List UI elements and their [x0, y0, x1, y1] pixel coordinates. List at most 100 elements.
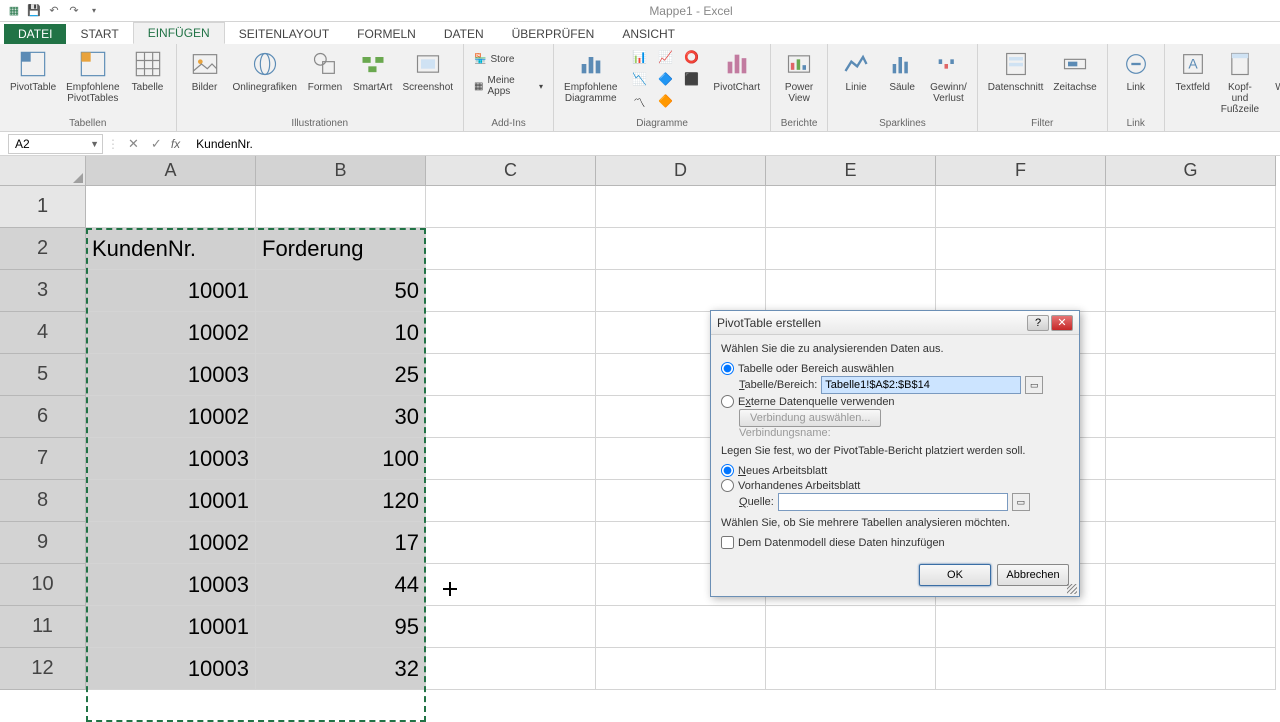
- row-header[interactable]: 6: [0, 396, 86, 438]
- cell[interactable]: [426, 564, 596, 606]
- formula-input[interactable]: KundenNr.: [186, 137, 1280, 151]
- cell[interactable]: 120: [256, 480, 426, 522]
- online-pictures-button[interactable]: Onlinegrafiken: [229, 46, 301, 118]
- cell[interactable]: [936, 648, 1106, 690]
- cell[interactable]: [426, 438, 596, 480]
- cell[interactable]: [86, 186, 256, 228]
- tab-ueberpruefen[interactable]: ÜBERPRÜFEN: [498, 24, 609, 44]
- cell[interactable]: [1106, 438, 1276, 480]
- store-button[interactable]: 🏪Store: [470, 52, 518, 67]
- row-header[interactable]: 12: [0, 648, 86, 690]
- cell[interactable]: 32: [256, 648, 426, 690]
- column-header[interactable]: D: [596, 156, 766, 186]
- save-icon[interactable]: 💾: [26, 3, 42, 19]
- cell[interactable]: [766, 606, 936, 648]
- ok-button[interactable]: OK: [919, 564, 991, 586]
- cell[interactable]: [766, 186, 936, 228]
- option-new-sheet[interactable]: Neues Arbeitsblatt: [721, 463, 1069, 478]
- cell[interactable]: [426, 648, 596, 690]
- enter-formula-icon[interactable]: ✓: [148, 136, 165, 152]
- cell[interactable]: [596, 606, 766, 648]
- cell[interactable]: [936, 606, 1106, 648]
- cell[interactable]: [426, 228, 596, 270]
- cell[interactable]: [426, 480, 596, 522]
- cell[interactable]: 25: [256, 354, 426, 396]
- tab-file[interactable]: DATEI: [4, 24, 66, 44]
- undo-icon[interactable]: ↶: [46, 3, 62, 19]
- row-header[interactable]: 1: [0, 186, 86, 228]
- cell[interactable]: [426, 354, 596, 396]
- column-header[interactable]: E: [766, 156, 936, 186]
- cell[interactable]: 17: [256, 522, 426, 564]
- pivotchart-button[interactable]: PivotChart: [709, 46, 764, 118]
- cell[interactable]: Forderung: [256, 228, 426, 270]
- cell[interactable]: [426, 396, 596, 438]
- row-header[interactable]: 9: [0, 522, 86, 564]
- cell[interactable]: 10003: [86, 648, 256, 690]
- cell[interactable]: 10001: [86, 270, 256, 312]
- slicer-button[interactable]: Datenschnitt: [984, 46, 1048, 118]
- wordart-button[interactable]: AWord: [1265, 46, 1280, 129]
- fx-icon[interactable]: fx: [171, 137, 180, 151]
- tab-seitenlayout[interactable]: SEITENLAYOUT: [225, 24, 343, 44]
- row-header[interactable]: 8: [0, 480, 86, 522]
- cell[interactable]: [1106, 270, 1276, 312]
- header-footer-button[interactable]: Kopf- und Fußzeile: [1217, 46, 1263, 129]
- cell[interactable]: [1106, 186, 1276, 228]
- row-header[interactable]: 11: [0, 606, 86, 648]
- cell[interactable]: 30: [256, 396, 426, 438]
- chart-type-icon[interactable]: 📉: [627, 72, 651, 92]
- chart-type-icon[interactable]: 〽: [627, 94, 651, 114]
- tab-start[interactable]: START: [66, 24, 132, 44]
- row-header[interactable]: 10: [0, 564, 86, 606]
- cell[interactable]: [596, 270, 766, 312]
- redo-icon[interactable]: ↷: [66, 3, 82, 19]
- cell[interactable]: 10003: [86, 438, 256, 480]
- chart-type-icon[interactable]: 🔶: [653, 94, 677, 114]
- option-table-range[interactable]: Tabelle oder Bereich auswählen: [721, 361, 1069, 376]
- row-header[interactable]: 2: [0, 228, 86, 270]
- shapes-button[interactable]: Formen: [303, 46, 347, 118]
- close-button[interactable]: ✕: [1051, 315, 1073, 331]
- cell[interactable]: [1106, 522, 1276, 564]
- name-box[interactable]: A2▼: [8, 134, 103, 154]
- chevron-down-icon[interactable]: ▼: [90, 139, 102, 149]
- cell[interactable]: [1106, 648, 1276, 690]
- cell[interactable]: [936, 228, 1106, 270]
- cell[interactable]: [256, 186, 426, 228]
- range-input[interactable]: [821, 376, 1021, 394]
- cell[interactable]: [426, 186, 596, 228]
- tab-formeln[interactable]: FORMELN: [343, 24, 430, 44]
- timeline-button[interactable]: Zeitachse: [1049, 46, 1100, 118]
- cell[interactable]: 10002: [86, 396, 256, 438]
- cell[interactable]: 100: [256, 438, 426, 480]
- location-input[interactable]: [778, 493, 1008, 511]
- row-header[interactable]: 3: [0, 270, 86, 312]
- row-header[interactable]: 4: [0, 312, 86, 354]
- cell[interactable]: 10003: [86, 564, 256, 606]
- column-header[interactable]: B: [256, 156, 426, 186]
- pivottable-button[interactable]: PivotTable: [6, 46, 60, 118]
- cell[interactable]: 10002: [86, 522, 256, 564]
- cell[interactable]: 10001: [86, 606, 256, 648]
- cell[interactable]: [936, 270, 1106, 312]
- cell[interactable]: 95: [256, 606, 426, 648]
- cell[interactable]: [426, 522, 596, 564]
- cell[interactable]: [1106, 228, 1276, 270]
- cell[interactable]: 10003: [86, 354, 256, 396]
- cell[interactable]: KundenNr.: [86, 228, 256, 270]
- cell[interactable]: [1106, 354, 1276, 396]
- smartart-button[interactable]: SmartArt: [349, 46, 396, 118]
- cell[interactable]: [936, 186, 1106, 228]
- table-button[interactable]: Tabelle: [126, 46, 170, 118]
- option-existing-sheet[interactable]: Vorhandenes Arbeitsblatt: [721, 478, 1069, 493]
- option-external-data[interactable]: Externe Datenquelle verwenden: [721, 394, 1069, 409]
- select-all-corner[interactable]: [0, 156, 86, 186]
- cell[interactable]: 10002: [86, 312, 256, 354]
- column-header[interactable]: G: [1106, 156, 1276, 186]
- cell[interactable]: [1106, 606, 1276, 648]
- collapse-dialog-icon[interactable]: ▭: [1025, 376, 1043, 394]
- tab-ansicht[interactable]: ANSICHT: [608, 24, 689, 44]
- column-header[interactable]: A: [86, 156, 256, 186]
- qat-dropdown-icon[interactable]: ▾: [86, 3, 102, 19]
